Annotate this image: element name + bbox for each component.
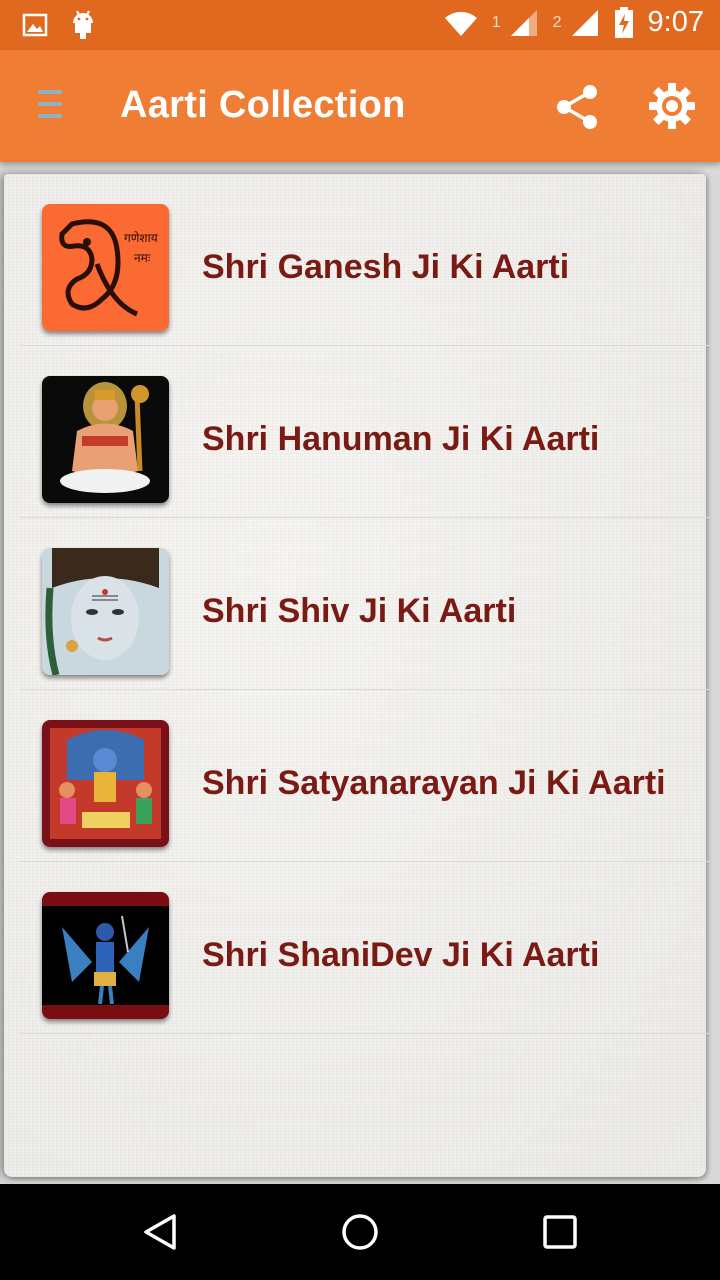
status-bar: 1 2 9:07: [0, 0, 720, 50]
shanidev-image: [42, 892, 169, 1019]
app-bar: Aarti Collection: [0, 50, 720, 162]
aarti-title: Shri Ganesh Ji Ki Aarti: [202, 248, 570, 286]
share-icon[interactable]: [552, 82, 602, 132]
sim2-label: 2: [552, 13, 562, 31]
menu-icon[interactable]: [38, 90, 62, 122]
gallery-icon: [22, 13, 48, 37]
wifi-icon: [444, 11, 477, 36]
signal-icon: [510, 9, 537, 36]
gear-icon[interactable]: [648, 82, 696, 130]
satyanarayan-image: [42, 720, 169, 847]
battery-charging-icon: [614, 6, 633, 38]
recents-icon[interactable]: [540, 1212, 580, 1252]
list-item[interactable]: Shri ShaniDev Ji Ki Aarti: [4, 862, 710, 1034]
android-icon: [73, 10, 93, 39]
aarti-list: गणेशाय नमः Shri Ganesh Ji Ki Aarti Shri …: [4, 174, 710, 1034]
shiv-image: [42, 548, 169, 675]
content-area: गणेशाय नमः Shri Ganesh Ji Ki Aarti Shri …: [0, 162, 720, 1184]
ganesh-image: गणेशाय नमः: [42, 204, 169, 331]
aarti-title: Shri ShaniDev Ji Ki Aarti: [202, 936, 600, 974]
aarti-title: Shri Satyanarayan Ji Ki Aarti: [202, 764, 666, 802]
aarti-list-card: गणेशाय नमः Shri Ganesh Ji Ki Aarti Shri …: [4, 174, 710, 1177]
back-icon[interactable]: [140, 1212, 180, 1252]
aarti-title: Shri Shiv Ji Ki Aarti: [202, 592, 517, 630]
list-item[interactable]: Shri Hanuman Ji Ki Aarti: [4, 346, 710, 518]
hanuman-image: [42, 376, 169, 503]
list-item[interactable]: Shri Shiv Ji Ki Aarti: [4, 518, 710, 690]
svg-text:गणेशाय: गणेशाय: [124, 231, 159, 245]
clock: 9:07: [647, 6, 704, 38]
aarti-title: Shri Hanuman Ji Ki Aarti: [202, 420, 600, 458]
list-item[interactable]: Shri Satyanarayan Ji Ki Aarti: [4, 690, 710, 862]
signal-icon: [571, 9, 598, 36]
list-item[interactable]: गणेशाय नमः Shri Ganesh Ji Ki Aarti: [4, 174, 710, 346]
page-title: Aarti Collection: [120, 84, 406, 126]
svg-text:नमः: नमः: [134, 251, 151, 265]
navigation-bar: [0, 1184, 720, 1280]
sim1-label: 1: [491, 13, 501, 31]
home-icon[interactable]: [340, 1212, 380, 1252]
